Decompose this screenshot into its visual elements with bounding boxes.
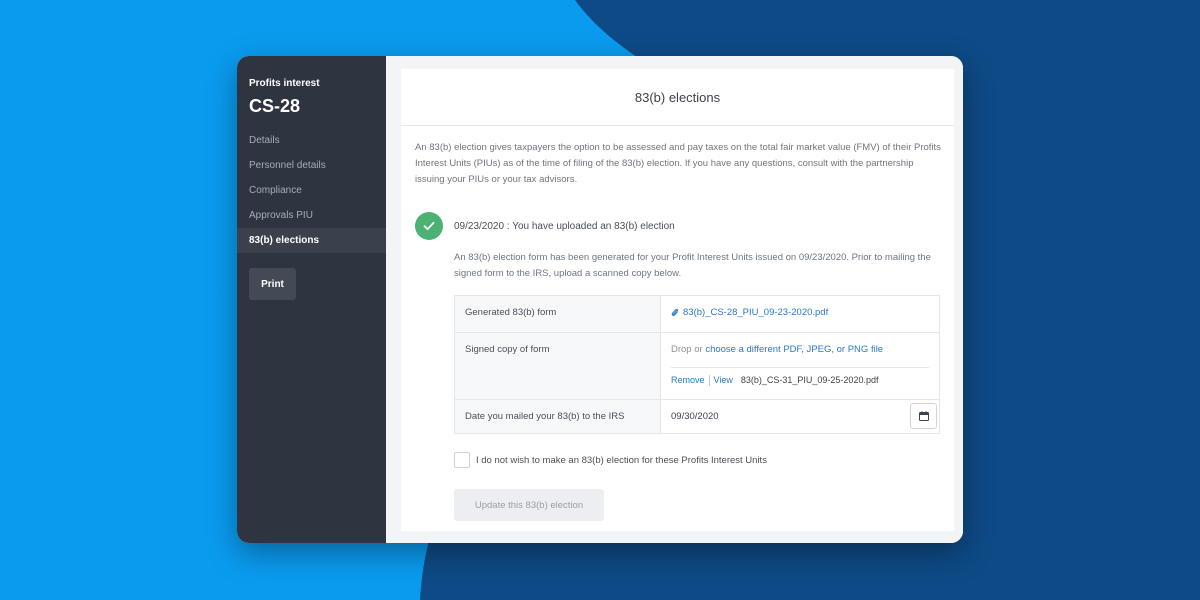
calendar-icon	[918, 410, 929, 421]
case-id: CS-28	[249, 96, 301, 116]
election-card: 83(b) elections An 83(b) election gives …	[401, 69, 954, 531]
optout-label[interactable]: I do not wish to make an 83(b) election …	[476, 455, 767, 466]
optout-row: I do not wish to make an 83(b) election …	[454, 452, 767, 468]
sidebar: Profits interest CS-28 Details Personnel…	[237, 56, 386, 543]
choose-file-link[interactable]: choose a different PDF, JPEG, or PNG fil…	[705, 344, 883, 355]
signed-copy-dropzone[interactable]: Drop or choose a different PDF, JPEG, or…	[660, 332, 940, 400]
optout-checkbox[interactable]	[454, 452, 470, 468]
intro-text: An 83(b) election gives taxpayers the op…	[415, 142, 941, 185]
page-title: 83(b) elections	[401, 69, 954, 126]
drop-prefix: Drop or	[671, 343, 706, 355]
election-form-table: Generated 83(b) form 83(b)_CS-28_PIU_09-…	[454, 295, 940, 434]
mailed-date-field[interactable]: 09/30/2020	[660, 399, 940, 434]
uploaded-file-actions: Remove View 83(b)_CS-31_PIU_09-25-2020.p…	[671, 374, 929, 386]
signed-copy-label: Signed copy of form	[454, 332, 661, 400]
generated-form-text: An 83(b) election form has been generate…	[454, 252, 931, 279]
update-election-button[interactable]: Update this 83(b) election	[454, 489, 604, 521]
generated-form-label: Generated 83(b) form	[454, 295, 661, 333]
table-row: Signed copy of form Drop or choose a dif…	[454, 332, 940, 400]
remove-link[interactable]: Remove	[671, 375, 705, 385]
calendar-button[interactable]	[910, 402, 937, 429]
sidebar-item-compliance[interactable]: Compliance	[237, 178, 386, 203]
app-window: Profits interest CS-28 Details Personnel…	[237, 56, 963, 543]
status-text: 09/23/2020 : You have uploaded an 83(b) …	[454, 220, 675, 232]
background-dark-blob-left	[0, 0, 240, 300]
mailed-date-label: Date you mailed your 83(b) to the IRS	[454, 399, 661, 434]
sidebar-nav: Details Personnel details Compliance App…	[237, 128, 386, 253]
paperclip-icon	[671, 308, 678, 316]
sidebar-item-83b-elections[interactable]: 83(b) elections	[237, 228, 386, 253]
mailed-date-value[interactable]: 09/30/2020	[671, 411, 719, 422]
main-panel: 83(b) elections An 83(b) election gives …	[386, 56, 963, 543]
sidebar-item-personnel-details[interactable]: Personnel details	[237, 153, 386, 178]
sidebar-item-approvals-piu[interactable]: Approvals PIU	[237, 203, 386, 228]
upload-status: 09/23/2020 : You have uploaded an 83(b) …	[415, 212, 675, 240]
generated-form-link[interactable]: 83(b)_CS-28_PIU_09-23-2020.pdf	[671, 307, 828, 318]
uploaded-file-name: 83(b)_CS-31_PIU_09-25-2020.pdf	[740, 375, 879, 385]
table-row: Generated 83(b) form 83(b)_CS-28_PIU_09-…	[454, 295, 940, 333]
divider	[671, 366, 929, 368]
check-icon	[415, 212, 443, 240]
separator	[708, 374, 710, 386]
print-button[interactable]: Print	[249, 268, 296, 300]
view-link[interactable]: View	[714, 375, 733, 385]
generated-file-name: 83(b)_CS-28_PIU_09-23-2020.pdf	[683, 307, 829, 318]
table-row: Date you mailed your 83(b) to the IRS 09…	[454, 399, 940, 434]
sidebar-item-details[interactable]: Details	[237, 128, 386, 153]
sidebar-kicker: Profits interest	[249, 78, 320, 89]
